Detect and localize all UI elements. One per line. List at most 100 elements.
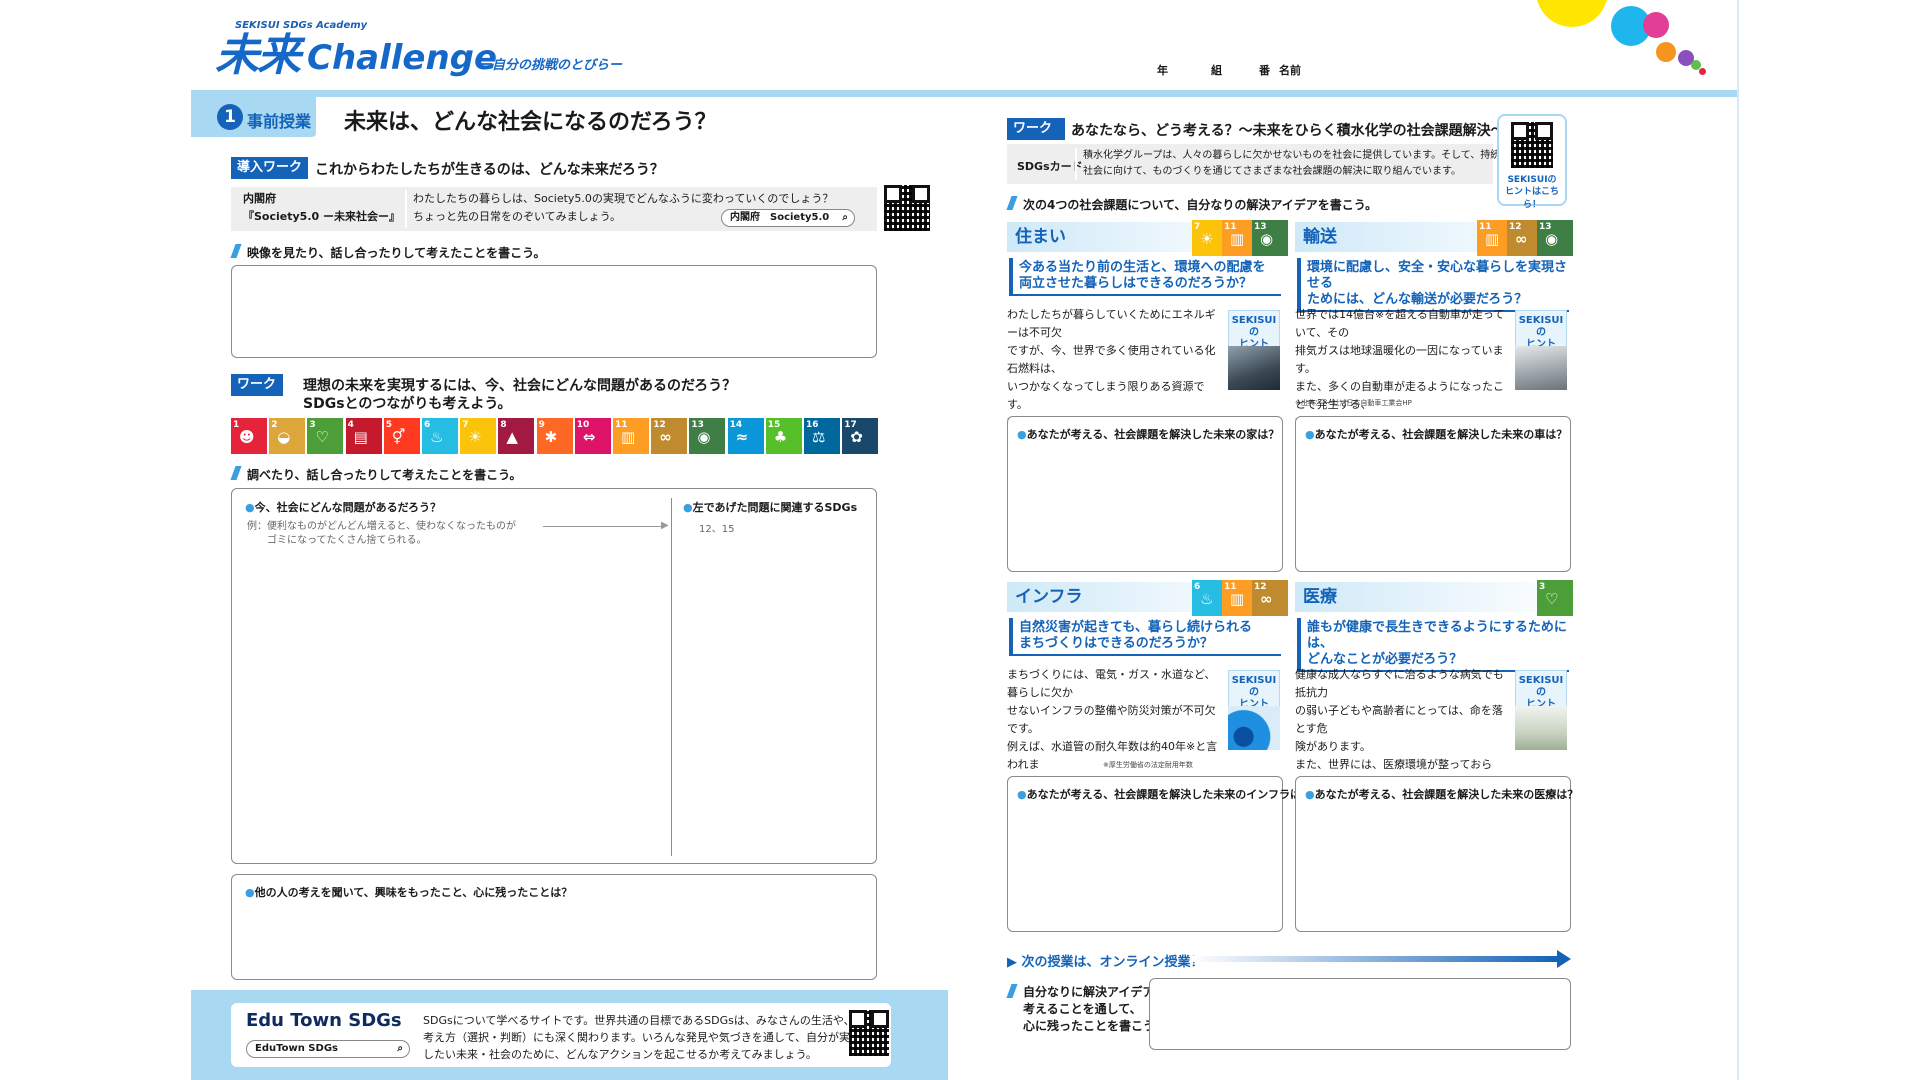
sdg-glyph: ◒	[277, 428, 291, 446]
edutown-desc-2: 考え方（選択・判断）にも深く関わります。いろんな発見や気づきを通して、自分が実現	[423, 1031, 862, 1044]
sdg-12-icon: 12 ∞	[651, 418, 688, 454]
intro-work-tag: 導入ワーク	[231, 157, 309, 179]
deco-circle-orange	[1656, 42, 1676, 62]
problem-label: ●今、社会にどんな問題があるだろう？	[245, 501, 441, 514]
sdg-glyph: ♨	[430, 428, 444, 446]
housing-answer-label: ●あなたが考える、社会課題を解決した未来の家は？	[1017, 428, 1280, 441]
sdg-glyph: ⚖	[812, 428, 826, 446]
header-band	[191, 90, 1739, 97]
housing-text-line: わたしたちが暮らしていくためにエネルギーは不可欠	[1007, 308, 1216, 339]
infra-question-1: 自然災害が起きても、暮らし続けられる	[1019, 620, 1252, 635]
year-label: 年	[1157, 64, 1168, 77]
sdg-glyph: ∞	[659, 428, 672, 446]
logo-subtitle: ー自分の挑戦のとびらー	[479, 58, 623, 73]
search-pill-society5[interactable]: 内閣府 Society5.0 ⌕	[721, 209, 855, 227]
infra-text-line: まちづくりには、電気・ガス・水道など、暮らしに欠か	[1007, 668, 1216, 699]
edutown-desc-3: したい未来・社会のために、どんなアクションを起こせるか考えてみましょう。	[423, 1048, 817, 1061]
medical-answer-label: ●あなたが考える、社会課題を解決した未来の医療は？	[1305, 788, 1579, 801]
answer-box-reflection[interactable]	[1149, 978, 1571, 1050]
problem-example-2: ゴミになってたくさん捨てられる。	[267, 535, 427, 546]
sdg-glyph: ◉	[697, 428, 711, 446]
deco-circle-red	[1699, 68, 1706, 75]
housing-question-2: 両立させた暮らしはできるのだろうか？	[1019, 276, 1252, 291]
sdg-1-icon: 1 ☻	[231, 418, 267, 454]
sdg-15-icon: 15 ♣	[765, 418, 802, 454]
edutown-search-pill[interactable]: EduTown SDGs ⌕	[246, 1040, 410, 1058]
transport-question-1: 環境に配慮し、安全・安心な暮らしを実現させる	[1307, 260, 1568, 291]
sdg-13-icon: 13 ◉	[1252, 220, 1288, 256]
medical-text-line: 健康な成人ならすぐに治るような病気でも抵抗力	[1295, 668, 1504, 699]
sdgs-card-divider	[1075, 148, 1077, 180]
search-icon: ⌕	[842, 212, 848, 223]
source-divider	[405, 190, 407, 228]
sekisui-qr-caption-2: ヒントはこちら！	[1504, 187, 1559, 210]
solar-panel-photo	[1228, 346, 1280, 390]
work1-question-1: 理想の未来を実現するには、今、社会にどんな問題があるのだろう？	[303, 378, 737, 394]
worksheet: SEKISUI SDGs Academy 未来 Challenge ー自分の挑戦…	[191, 0, 1739, 1080]
infra-answer-label: ●あなたが考える、社会課題を解決した未来のインフラは？	[1017, 788, 1312, 801]
category-medical-head: 医療	[1295, 582, 1571, 612]
sdg-glyph: ≈	[735, 428, 749, 446]
page-edge	[1737, 0, 1739, 1080]
qr-code-edutown[interactable]	[849, 1010, 889, 1056]
arrow-head-icon	[1557, 950, 1571, 968]
next-class-text: 次の授業は、オンライン授業！	[1021, 955, 1204, 970]
water-pipe-photo	[1228, 706, 1280, 750]
housing-text-line: いつかなくなってしまう限りある資源です。	[1007, 380, 1205, 411]
section-title: 未来は、どんな社会になるのだろう？	[344, 110, 717, 135]
hint-label-1: SEKISUIの	[1231, 315, 1277, 338]
hint-label-1: SEKISUIの	[1518, 675, 1564, 698]
pencil-icon	[1006, 196, 1018, 210]
problem-example-1: 例：便利なものがどんどん増えると、使わなくなったものが	[247, 521, 516, 532]
answer-box-intro[interactable]	[231, 265, 877, 358]
source-desc-2: ちょっと先の日常をのぞいてみましょう。	[413, 210, 622, 223]
sdg-glyph: ☻	[239, 428, 255, 446]
hint-label-1: SEKISUIの	[1231, 675, 1277, 698]
name-label: 名前	[1279, 64, 1301, 77]
qr-code-sekisui[interactable]	[1511, 122, 1553, 168]
work1-tag: ワーク1	[231, 374, 283, 410]
related-sdgs-example: 12、15	[699, 524, 735, 535]
sdgs-card-text-2: 社会に向けて、ものづくりを通じてさまざまな社会課題の解決に取り組んでいます。	[1083, 166, 1461, 177]
sdg-glyph: ▤	[353, 428, 368, 446]
sdg-10-icon: 10 ⇔	[574, 418, 611, 454]
arrow-right-icon: ▶	[661, 520, 669, 531]
car-glass-photo	[1515, 346, 1567, 390]
sdg-glyph: ✱	[544, 428, 558, 446]
infra-question-2: まちづくりはできるのだろうか？	[1019, 636, 1213, 651]
search-icon: ⌕	[397, 1043, 403, 1054]
next-class-label: ▶ 次の授業は、オンライン授業！	[1007, 951, 1204, 970]
housing-answer-text: あなたが考える、社会課題を解決した未来の家は？	[1026, 428, 1280, 441]
logo-challenge: Challenge	[307, 38, 498, 78]
play-icon: ▶	[1007, 955, 1017, 970]
transport-text-line: 世界では14億台※を超える自動車が走っていて、その	[1295, 308, 1505, 339]
sdg-3-icon: 3 ♡	[307, 418, 344, 454]
reflection-instruction: 自分なりに解決アイデアを 考えることを通して、 心に残ったことを書こう。	[1023, 984, 1166, 1035]
edutown-logo: Edu Town SDGs	[246, 1010, 402, 1031]
sdgs-card-label: SDGsカード	[1017, 160, 1083, 173]
sdg-13-icon: 13 ◉	[1537, 220, 1573, 256]
sdg-glyph: ✿	[850, 428, 863, 446]
transport-answer-text: あなたが考える、社会課題を解決した未来の車は？	[1314, 428, 1568, 441]
housing-text-line: ですが、今、世界で多く使用されている化石燃料は、	[1007, 344, 1216, 375]
qr-code-society5[interactable]	[884, 185, 930, 231]
instruction-watch: 映像を見たり、話し合ったりして考えたことを書こう。	[247, 246, 546, 260]
problems-divider	[671, 498, 672, 856]
deco-circle-yellow	[1536, 0, 1608, 27]
sdg-9-icon: 9 ✱	[536, 418, 573, 454]
related-sdgs-text: 左であげた問題に関連するSDGs	[692, 501, 858, 514]
work2-tag: ワーク2	[1007, 118, 1065, 154]
sdg-13-icon: 13 ◉	[689, 418, 726, 454]
sdg-11-icon: 11 ▥	[613, 418, 649, 454]
sdg-number: 9	[538, 420, 545, 430]
sdg-5-icon: 5 ⚥	[383, 418, 420, 454]
section-number: 1	[217, 104, 243, 130]
related-sdgs-label: ●左であげた問題に関連するSDGs	[683, 501, 858, 514]
medical-answer-text: あなたが考える、社会課題を解決した未来の医療は？	[1314, 788, 1579, 801]
category-transport-question: 環境に配慮し、安全・安心な暮らしを実現させる ためには、どんな輸送が必要だろう？	[1297, 258, 1569, 312]
logo-kanji: 未来	[215, 30, 301, 81]
work1-question-2: SDGsとのつながりも考えよう。	[303, 396, 512, 412]
pencil-icon	[230, 244, 242, 258]
sdg-12-icon: 12 ∞	[1252, 580, 1288, 616]
reflect-line-2: 考えることを通して、	[1023, 1002, 1142, 1016]
